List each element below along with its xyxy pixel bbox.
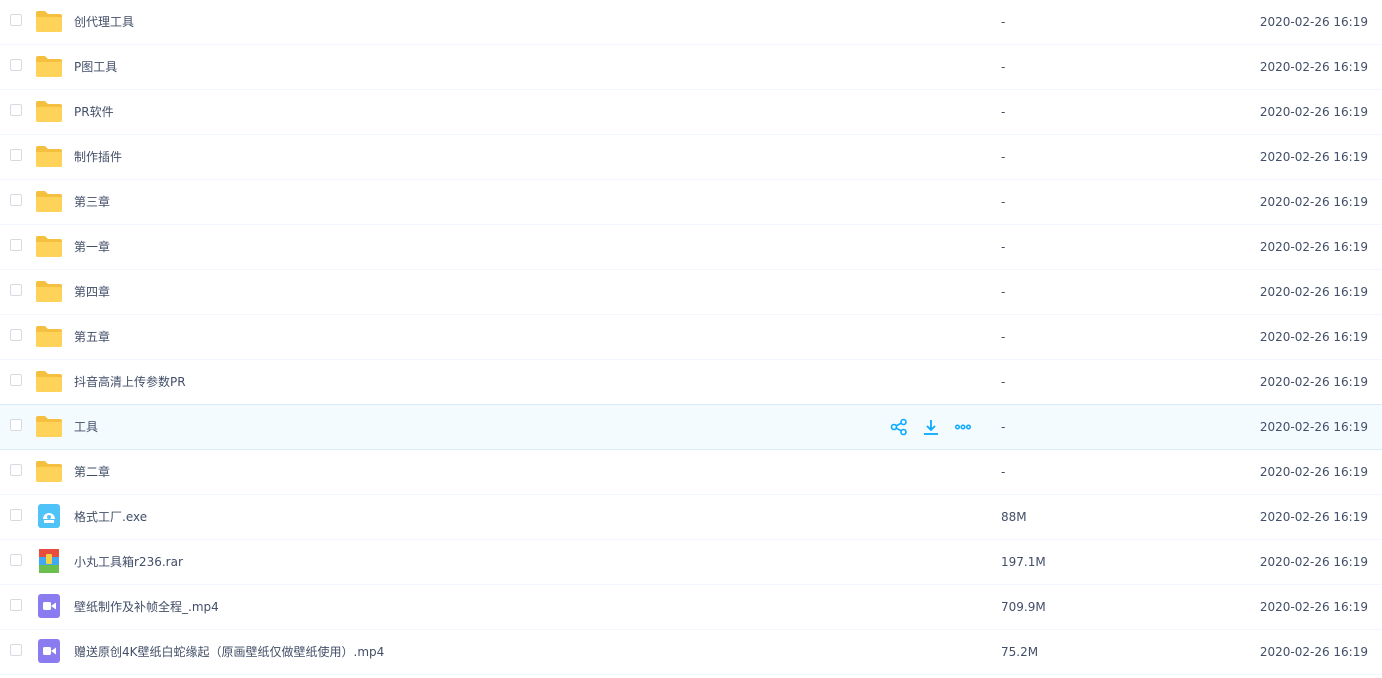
file-date: 2020-02-26 16:19 <box>1259 330 1368 344</box>
file-size: - <box>1001 285 1006 299</box>
file-date: 2020-02-26 16:19 <box>1259 60 1368 74</box>
file-date: 2020-02-26 16:19 <box>1259 375 1368 389</box>
file-size: - <box>1001 150 1006 164</box>
row-checkbox[interactable] <box>10 14 22 26</box>
folder-icon <box>35 279 63 303</box>
row-checkbox[interactable] <box>10 599 22 611</box>
file-size: - <box>1001 195 1006 209</box>
file-list: 创代理工具 - 2020-02-26 16:19 P图工具 - 2020-02-26 16… <box>0 0 1382 675</box>
file-date: 2020-02-26 16:19 <box>1259 465 1368 479</box>
file-date: 2020-02-26 16:19 <box>1259 645 1368 659</box>
row-checkbox[interactable] <box>10 644 22 656</box>
file-date: 2020-02-26 16:19 <box>1259 285 1368 299</box>
folder-icon <box>35 459 63 483</box>
file-name-link[interactable]: P图工具 <box>74 45 117 89</box>
file-size: - <box>1001 60 1006 74</box>
row-checkbox[interactable] <box>10 59 22 71</box>
folder-icon <box>35 324 63 348</box>
row-checkbox[interactable] <box>10 284 22 296</box>
file-size: 197.1M <box>1001 555 1046 569</box>
file-row[interactable]: 抖音高清上传参数PR - 2020-02-26 16:19 <box>0 360 1382 405</box>
file-size: - <box>1001 375 1006 389</box>
file-row[interactable]: 工具 - 2020-02-26 16:19 <box>0 404 1382 450</box>
row-checkbox[interactable] <box>10 419 22 431</box>
file-size: 88M <box>1001 510 1027 524</box>
file-name-link[interactable]: 壁纸制作及补帧全程_.mp4 <box>74 585 219 629</box>
file-date: 2020-02-26 16:19 <box>1259 240 1368 254</box>
file-date: 2020-02-26 16:19 <box>1259 150 1368 164</box>
download-icon[interactable] <box>922 418 940 436</box>
folder-icon <box>35 189 63 213</box>
file-name-link[interactable]: 制作插件 <box>74 135 122 179</box>
row-checkbox[interactable] <box>10 104 22 116</box>
file-row[interactable]: PR软件 - 2020-02-26 16:19 <box>0 90 1382 135</box>
folder-icon <box>35 99 63 123</box>
file-row[interactable]: 第五章 - 2020-02-26 16:19 <box>0 315 1382 360</box>
file-date: 2020-02-26 16:19 <box>1259 510 1368 524</box>
file-date: 2020-02-26 16:19 <box>1259 420 1368 434</box>
folder-icon <box>35 414 63 438</box>
file-size: 709.9M <box>1001 600 1046 614</box>
file-date: 2020-02-26 16:19 <box>1259 555 1368 569</box>
file-row[interactable]: 第三章 - 2020-02-26 16:19 <box>0 180 1382 225</box>
row-checkbox[interactable] <box>10 239 22 251</box>
video-file-icon <box>35 639 63 663</box>
file-row[interactable]: P图工具 - 2020-02-26 16:19 <box>0 45 1382 90</box>
file-row[interactable]: 第四章 - 2020-02-26 16:19 <box>0 270 1382 315</box>
row-checkbox[interactable] <box>10 329 22 341</box>
archive-file-icon <box>35 549 63 573</box>
file-name-link[interactable]: 小丸工具箱r236.rar <box>74 540 183 584</box>
file-name-link[interactable]: 创代理工具 <box>74 0 134 44</box>
row-checkbox[interactable] <box>10 509 22 521</box>
share-icon[interactable] <box>890 418 908 436</box>
file-size: - <box>1001 15 1006 29</box>
file-row[interactable]: 第一章 - 2020-02-26 16:19 <box>0 225 1382 270</box>
file-name-link[interactable]: 第二章 <box>74 450 110 494</box>
file-row[interactable]: 壁纸制作及补帧全程_.mp4 709.9M 2020-02-26 16:19 <box>0 585 1382 630</box>
file-row[interactable]: 小丸工具箱r236.rar 197.1M 2020-02-26 16:19 <box>0 540 1382 585</box>
folder-icon <box>35 234 63 258</box>
file-name-link[interactable]: 第三章 <box>74 180 110 224</box>
file-size: - <box>1001 465 1006 479</box>
file-date: 2020-02-26 16:19 <box>1259 105 1368 119</box>
file-row[interactable]: 格式工厂.exe 88M 2020-02-26 16:19 <box>0 495 1382 540</box>
file-name-link[interactable]: 第一章 <box>74 225 110 269</box>
file-name-link[interactable]: 抖音高清上传参数PR <box>74 360 186 404</box>
file-row[interactable]: 赠送原创4K壁纸白蛇缘起（原画壁纸仅做壁纸使用）.mp4 75.2M 2020-02… <box>0 630 1382 675</box>
row-checkbox[interactable] <box>10 464 22 476</box>
row-checkbox[interactable] <box>10 554 22 566</box>
file-date: 2020-02-26 16:19 <box>1259 195 1368 209</box>
file-row[interactable]: 制作插件 - 2020-02-26 16:19 <box>0 135 1382 180</box>
more-icon[interactable] <box>954 418 972 436</box>
row-checkbox[interactable] <box>10 194 22 206</box>
folder-icon <box>35 9 63 33</box>
folder-icon <box>35 54 63 78</box>
video-file-icon <box>35 594 63 618</box>
file-date: 2020-02-26 16:19 <box>1259 15 1368 29</box>
file-name-link[interactable]: 第五章 <box>74 315 110 359</box>
row-checkbox[interactable] <box>10 149 22 161</box>
file-size: - <box>1001 105 1006 119</box>
file-size: - <box>1001 330 1006 344</box>
file-row[interactable]: 第二章 - 2020-02-26 16:19 <box>0 450 1382 495</box>
row-checkbox[interactable] <box>10 374 22 386</box>
exe-file-icon <box>35 504 63 528</box>
file-row[interactable]: 创代理工具 - 2020-02-26 16:19 <box>0 0 1382 45</box>
file-name-link[interactable]: PR软件 <box>74 90 114 134</box>
file-date: 2020-02-26 16:19 <box>1259 600 1368 614</box>
file-name-link[interactable]: 第四章 <box>74 270 110 314</box>
file-name-link[interactable]: 工具 <box>74 405 98 449</box>
row-actions <box>890 418 972 436</box>
folder-icon <box>35 144 63 168</box>
file-name-link[interactable]: 赠送原创4K壁纸白蛇缘起（原画壁纸仅做壁纸使用）.mp4 <box>74 630 384 674</box>
file-name-link[interactable]: 格式工厂.exe <box>74 495 147 539</box>
file-size: - <box>1001 240 1006 254</box>
folder-icon <box>35 369 63 393</box>
file-size: 75.2M <box>1001 645 1039 659</box>
file-size: - <box>1001 420 1006 434</box>
